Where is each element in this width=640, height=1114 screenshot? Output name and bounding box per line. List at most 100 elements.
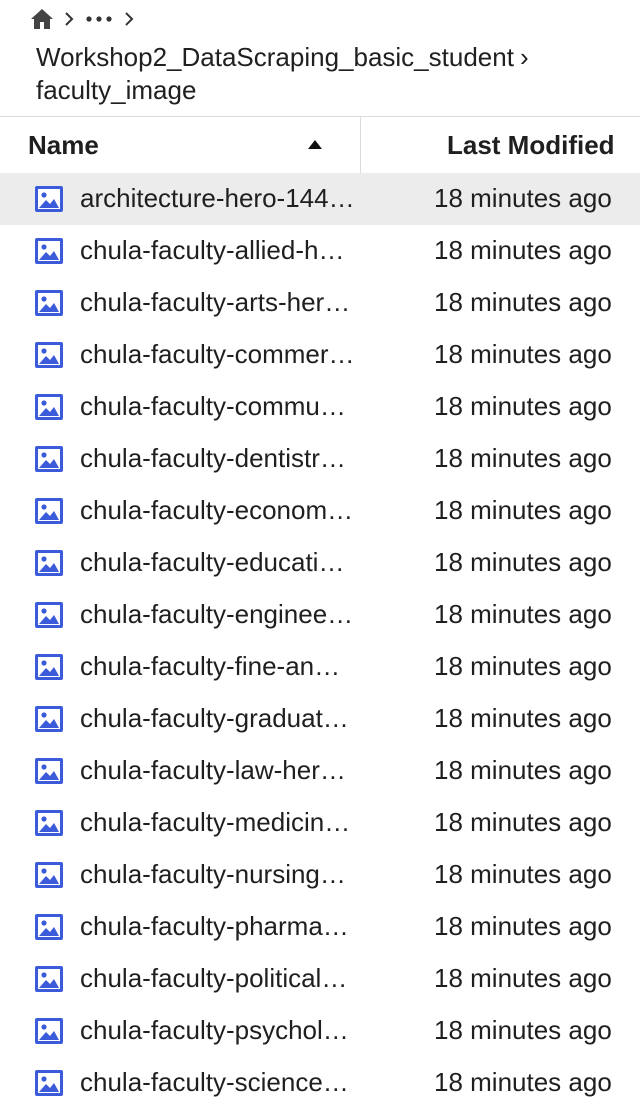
file-row[interactable]: chula-faculty-psychol… 18 minutes ago [0, 1005, 640, 1057]
file-row[interactable]: chula-faculty-pharma… 18 minutes ago [0, 901, 640, 953]
image-file-icon [35, 446, 63, 472]
image-file-icon-graphic [35, 446, 63, 472]
file-last-modified: 18 minutes ago [434, 755, 612, 785]
breadcrumb: Workshop2_DataScraping_basic_student › fa… [0, 0, 640, 116]
image-file-icon [35, 654, 63, 680]
file-last-modified: 18 minutes ago [434, 183, 612, 213]
image-file-icon [35, 706, 63, 732]
file-list: architecture-hero-144… 18 minutes ago chul… [0, 173, 640, 1114]
file-last-modified: 18 minutes ago [434, 807, 612, 837]
image-file-icon [35, 758, 63, 784]
file-name: chula-faculty-nursing… [80, 859, 346, 889]
image-file-icon-graphic [35, 498, 63, 524]
breadcrumb-chevron: › [519, 42, 529, 72]
file-name: chula-faculty-educati… [80, 547, 345, 577]
file-last-modified: 18 minutes ago [434, 1015, 612, 1045]
image-file-icon [35, 966, 63, 992]
file-last-modified: 18 minutes ago [434, 547, 612, 577]
file-name: chula-faculty-arts-her… [80, 287, 351, 317]
image-file-icon [35, 810, 63, 836]
file-row[interactable]: chula-faculty-science… 18 minutes ago [0, 1057, 640, 1109]
file-row[interactable]: chula-faculty-commer… 18 minutes ago [0, 329, 640, 381]
file-name: chula-faculty-psychol… [80, 1015, 349, 1045]
file-last-modified: 18 minutes ago [434, 1067, 612, 1097]
image-file-icon [35, 602, 63, 628]
name-column-header[interactable]: Name [0, 117, 361, 173]
breadcrumb-folder-link[interactable]: Workshop2_DataScraping_basic_student › [36, 40, 529, 74]
image-file-icon [35, 238, 63, 264]
image-file-icon-graphic [35, 862, 63, 888]
last-modified-column-header[interactable]: Last Modified [361, 117, 640, 173]
image-file-icon-graphic [35, 394, 63, 420]
file-name: chula-faculty-graduat… [80, 703, 349, 733]
image-file-icon [35, 290, 63, 316]
file-row[interactable]: chula-faculty-political… 18 minutes ago [0, 953, 640, 1005]
chevron-right-icon [125, 12, 134, 26]
file-row[interactable]: chula-faculty-econom… 18 minutes ago [0, 485, 640, 537]
image-file-icon [35, 914, 63, 940]
sort-ascending-icon [308, 140, 322, 149]
file-row[interactable]: chula-faculty-enginee… 18 minutes ago [0, 589, 640, 641]
file-name: chula-faculty-science… [80, 1067, 349, 1097]
file-row[interactable]: chula-faculty-commu… 18 minutes ago [0, 381, 640, 433]
file-name: chula-faculty-commer… [80, 339, 355, 369]
image-file-icon [35, 862, 63, 888]
image-file-icon-graphic [35, 758, 63, 784]
file-name: architecture-hero-144… [80, 183, 355, 213]
image-file-icon-graphic [35, 1070, 63, 1096]
image-file-icon-graphic [35, 602, 63, 628]
file-last-modified: 18 minutes ago [434, 651, 612, 681]
file-name: chula-faculty-commu… [80, 391, 346, 421]
name-column-label: Name [28, 130, 99, 160]
file-last-modified: 18 minutes ago [434, 339, 612, 369]
file-row[interactable]: chula-faculty-allied-h… 18 minutes ago [0, 225, 640, 277]
file-name: chula-faculty-medicin… [80, 807, 351, 837]
last-modified-column-label: Last Modified [447, 130, 615, 160]
chevron-right-icon [65, 12, 74, 26]
image-file-icon [35, 186, 63, 212]
image-file-icon-graphic [35, 342, 63, 368]
file-row[interactable]: chula-faculty-educati… 18 minutes ago [0, 537, 640, 589]
file-row[interactable]: chula-faculty-dentistr… 18 minutes ago [0, 433, 640, 485]
image-file-icon-graphic [35, 290, 63, 316]
file-list-header: Name Last Modified [0, 116, 640, 174]
image-file-icon [35, 550, 63, 576]
image-file-icon-graphic [35, 966, 63, 992]
file-last-modified: 18 minutes ago [434, 391, 612, 421]
file-row[interactable]: chula-faculty-nursing… 18 minutes ago [0, 849, 640, 901]
file-last-modified: 18 minutes ago [434, 599, 612, 629]
image-file-icon [35, 1018, 63, 1044]
image-file-icon-graphic [35, 706, 63, 732]
file-last-modified: 18 minutes ago [434, 911, 612, 941]
image-file-icon-graphic [35, 238, 63, 264]
image-file-icon-graphic [35, 810, 63, 836]
file-last-modified: 18 minutes ago [434, 287, 612, 317]
file-row[interactable]: chula-faculty-arts-her… 18 minutes ago [0, 277, 640, 329]
home-icon[interactable] [30, 8, 54, 30]
file-row[interactable]: chula-faculty-medicin… 18 minutes ago [0, 797, 640, 849]
file-last-modified: 18 minutes ago [434, 963, 612, 993]
file-row[interactable]: chula-faculty-graduat… 18 minutes ago [0, 693, 640, 745]
file-name: chula-faculty-dentistr… [80, 443, 346, 473]
file-name: chula-faculty-pharma… [80, 911, 349, 941]
file-name: chula-faculty-law-her… [80, 755, 346, 785]
file-name: chula-faculty-enginee… [80, 599, 354, 629]
file-row[interactable]: chula-faculty-law-her… 18 minutes ago [0, 745, 640, 797]
file-name: chula-faculty-political… [80, 963, 348, 993]
file-last-modified: 18 minutes ago [434, 859, 612, 889]
image-file-icon [35, 342, 63, 368]
image-file-icon-graphic [35, 914, 63, 940]
file-row[interactable]: chula-faculty-fine-an… 18 minutes ago [0, 641, 640, 693]
more-icon[interactable] [84, 14, 114, 24]
breadcrumb-current-folder: faculty_image [36, 75, 197, 105]
file-name: chula-faculty-fine-an… [80, 651, 341, 681]
file-name: chula-faculty-econom… [80, 495, 354, 525]
file-last-modified: 18 minutes ago [434, 235, 612, 265]
breadcrumb-folder-label: Workshop2_DataScraping_basic_student [36, 42, 514, 72]
image-file-icon [35, 394, 63, 420]
file-last-modified: 18 minutes ago [434, 495, 612, 525]
image-file-icon-graphic [35, 550, 63, 576]
file-row[interactable]: architecture-hero-144… 18 minutes ago [0, 173, 640, 225]
image-file-icon [35, 498, 63, 524]
image-file-icon [35, 1070, 63, 1096]
